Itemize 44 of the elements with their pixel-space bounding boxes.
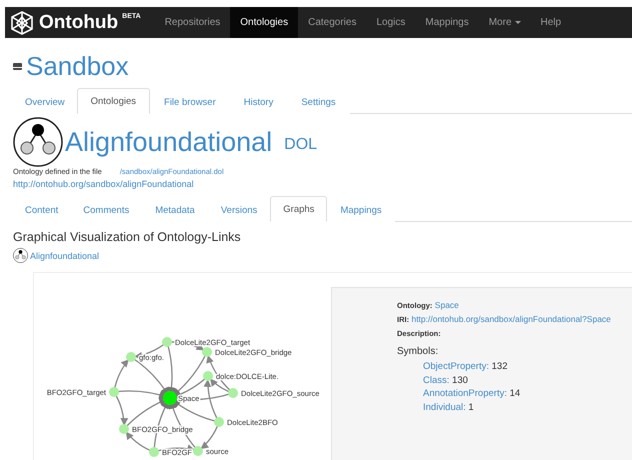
symbols-label: Symbols: [397, 346, 440, 357]
graph-node[interactable] [163, 391, 177, 405]
symbol-link[interactable]: Class: [423, 374, 450, 386]
graph-node[interactable] [109, 387, 119, 397]
iri-link[interactable]: http://ontohub.org/sandbox/alignFoundational?Space [411, 314, 611, 324]
symbol-count: 14 [510, 388, 520, 399]
graph-node[interactable] [149, 447, 159, 457]
nav-link[interactable]: Repositories [154, 7, 230, 38]
ontology-icon [13, 117, 63, 167]
symbol-link[interactable]: AnnotationProperty: [423, 388, 507, 399]
symbol-count: 132 [492, 361, 508, 372]
graph-node[interactable] [228, 388, 238, 398]
nav-link[interactable]: Logics [366, 7, 416, 38]
section-heading: Graphical Visualization of Ontology-Links [13, 230, 242, 244]
symbol-count: 130 [452, 374, 468, 386]
language-label: DOL [284, 136, 318, 154]
nav-link[interactable]: Help [530, 7, 572, 38]
symbol-link[interactable]: ObjectProperty: [423, 361, 489, 372]
tab[interactable]: Versions [208, 197, 270, 222]
nav-link[interactable]: More [478, 7, 531, 38]
ontology-title: Alignfoundational [65, 126, 272, 158]
graph-node[interactable] [214, 417, 224, 427]
tab[interactable]: Graphs [270, 196, 328, 222]
graph-node[interactable] [203, 371, 213, 381]
iri-link[interactable]: http://ontohub.org/sandbox/alignFoundational [13, 179, 632, 189]
graph-node[interactable] [162, 337, 172, 347]
nav-link[interactable]: Mappings [415, 7, 479, 38]
drive-icon [13, 62, 22, 70]
symbol-link[interactable]: Individual: [423, 402, 466, 412]
nav-link[interactable]: Categories [298, 7, 366, 38]
ontology-link[interactable]: Alignfoundational [30, 250, 100, 260]
repository-title: Sandbox [26, 51, 129, 81]
symbol-count: 1 [468, 402, 474, 412]
beta-label: BETA [122, 13, 141, 20]
graph-node[interactable] [119, 424, 129, 434]
nav-link[interactable]: Ontologies [230, 7, 298, 38]
graph-node[interactable] [193, 446, 203, 456]
ontology-name-link[interactable]: Space [434, 300, 459, 310]
brand-name[interactable]: Ontohub [39, 12, 118, 34]
graph-node[interactable] [126, 352, 136, 362]
tab[interactable]: Ontologies [76, 88, 150, 114]
ontology-icon [13, 248, 28, 263]
logo-icon [9, 10, 35, 36]
graph-node[interactable] [202, 347, 212, 357]
